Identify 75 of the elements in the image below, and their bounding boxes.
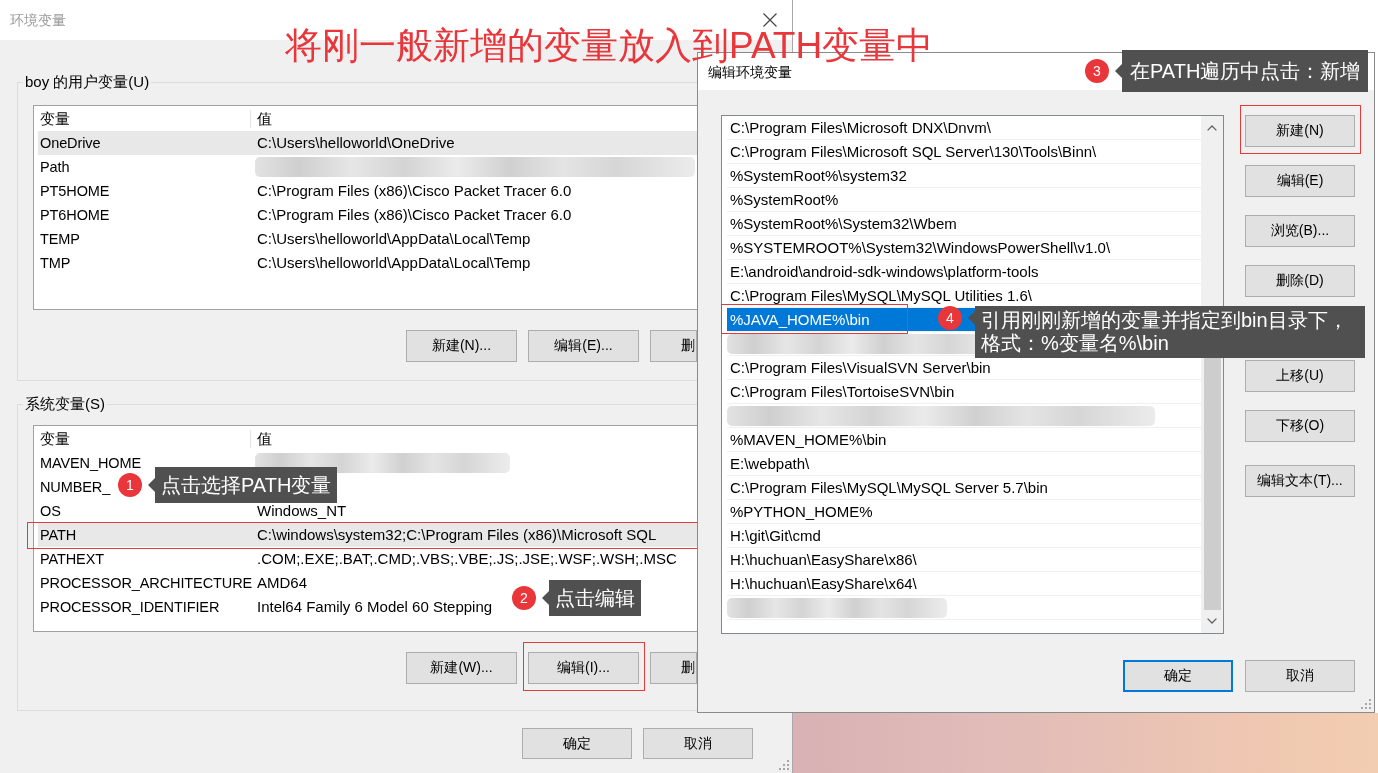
list-item[interactable]: C:\Program Files\TortoiseSVN\bin: [727, 380, 1201, 404]
window-title: 环境变量: [10, 11, 66, 29]
delete-button[interactable]: 删: [650, 330, 697, 362]
list-item[interactable]: %SystemRoot%\system32: [727, 164, 1201, 188]
window-title: 编辑环境变量: [708, 64, 792, 79]
close-button[interactable]: [763, 13, 777, 27]
callout-tooltip: 点击编辑: [542, 580, 641, 616]
resize-grip-icon[interactable]: [1361, 699, 1371, 709]
move-down-button[interactable]: 下移(O): [1245, 410, 1355, 442]
table-cell: PATH: [40, 526, 77, 544]
edit-button[interactable]: 编辑(E)...: [528, 330, 639, 362]
resize-grip-icon[interactable]: [779, 760, 789, 770]
chevron-down-icon[interactable]: [1207, 618, 1217, 624]
list-item[interactable]: H:\huchuan\EasyShare\x64\: [727, 572, 1201, 596]
group-label: boy 的用户变量(U): [24, 72, 151, 92]
column-header[interactable]: 变量: [40, 430, 251, 448]
close-icon: [763, 13, 777, 27]
move-up-button[interactable]: 上移(U): [1245, 360, 1355, 392]
edit-text-button[interactable]: 编辑文本(T)...: [1245, 465, 1355, 497]
table-row[interactable]: OneDrive C:\Users\helloworld\OneDrive: [38, 131, 698, 155]
table-cell: TEMP: [40, 230, 80, 248]
new-button[interactable]: 新建(N): [1245, 115, 1355, 147]
list-item[interactable]: %PYTHON_HOME%: [727, 500, 1201, 524]
callout-tooltip: 点击选择PATH变量: [148, 467, 338, 503]
column-header[interactable]: 值: [257, 110, 272, 128]
table-cell: PATHEXT: [40, 550, 105, 568]
scrollbar[interactable]: [1201, 116, 1223, 633]
edit-button[interactable]: 编辑(E): [1245, 165, 1355, 197]
list-item[interactable]: E:\android\android-sdk-windows\platform-tools: [727, 260, 1201, 284]
list-item[interactable]: C:\Program Files\Microsoft DNX\Dnvm\: [727, 116, 1201, 140]
callout-tooltip: 在PATH遍历中点击：新增: [1115, 50, 1369, 92]
table-cell: NUMBER_: [40, 478, 111, 496]
table-cell: C:\Program Files (x86)\Cisco Packet Tracer 6.0: [257, 182, 572, 200]
table-cell: .COM;.EXE;.BAT;.CMD;.VBS;.VBE;.JS;.JSE;.WSF;.WSH;.MSC: [257, 550, 677, 568]
callout-tooltip: 引用刚刚新增的变量并指定到bin目录下，格式：%变量名%\bin: [968, 306, 1365, 358]
chevron-up-icon[interactable]: [1207, 125, 1217, 131]
list-item[interactable]: %SystemRoot%\System32\Wbem: [727, 212, 1201, 236]
table-cell: OS: [40, 502, 61, 520]
table-cell: Intel64 Family 6 Model 60 Stepping: [257, 598, 493, 616]
table-cell: C:\Program Files (x86)\Cisco Packet Tracer 6.0: [257, 206, 572, 224]
table-cell: C:\Users\helloworld\AppData\Local\Temp: [257, 254, 531, 272]
list-item[interactable]: %SYSTEMROOT%\System32\WindowsPowerShell\v1.0\: [727, 236, 1201, 260]
ok-button[interactable]: 确定: [522, 728, 632, 759]
list-item[interactable]: %MAVEN_HOME%\bin: [727, 428, 1201, 452]
table-cell: PROCESSOR_ARCHITECTURE: [40, 574, 253, 592]
list-item[interactable]: C:\Program Files\MySQL\MySQL Server 5.7\bin: [727, 476, 1201, 500]
cancel-button[interactable]: 取消: [643, 728, 753, 759]
edit-button[interactable]: 编辑(I)...: [528, 652, 639, 684]
list-item[interactable]: H:\huchuan\EasyShare\x86\: [727, 548, 1201, 572]
table-cell: C:\windows\system32;C:\Program Files (x86)\Microsoft SQL: [257, 526, 657, 544]
delete-button[interactable]: 删: [650, 652, 697, 684]
browse-button[interactable]: 浏览(B)...: [1245, 215, 1355, 247]
table-cell: AMD64: [257, 574, 308, 592]
table-cell: PROCESSOR_IDENTIFIER: [40, 598, 220, 616]
table-cell: C:\Users\helloworld\OneDrive: [257, 134, 455, 152]
table-cell: MAVEN_HOME: [40, 454, 142, 472]
table-cell: TMP: [40, 254, 71, 272]
list-item[interactable]: E:\webpath\: [727, 452, 1201, 476]
delete-button[interactable]: 删除(D): [1245, 265, 1355, 297]
column-header[interactable]: 值: [257, 430, 272, 448]
group-label: 系统变量(S): [24, 394, 106, 414]
new-button[interactable]: 新建(W)...: [406, 652, 517, 684]
new-button[interactable]: 新建(N)...: [406, 330, 517, 362]
table-cell: Path: [40, 158, 70, 176]
table-cell: PT6HOME: [40, 206, 110, 224]
column-header[interactable]: 变量: [40, 110, 251, 128]
table-cell: C:\Users\helloworld\AppData\Local\Temp: [257, 230, 531, 248]
cancel-button[interactable]: 取消: [1245, 660, 1355, 692]
table-cell: OneDrive: [40, 134, 101, 152]
list-item[interactable]: C:\Program Files\Microsoft SQL Server\130\Tools\Binn\: [727, 140, 1201, 164]
list-item[interactable]: H:\git\Git\cmd: [727, 524, 1201, 548]
ok-button[interactable]: 确定: [1123, 660, 1233, 692]
table-cell: Windows_NT: [257, 502, 347, 520]
list-item[interactable]: %SystemRoot%: [727, 188, 1201, 212]
table-cell: PT5HOME: [40, 182, 110, 200]
